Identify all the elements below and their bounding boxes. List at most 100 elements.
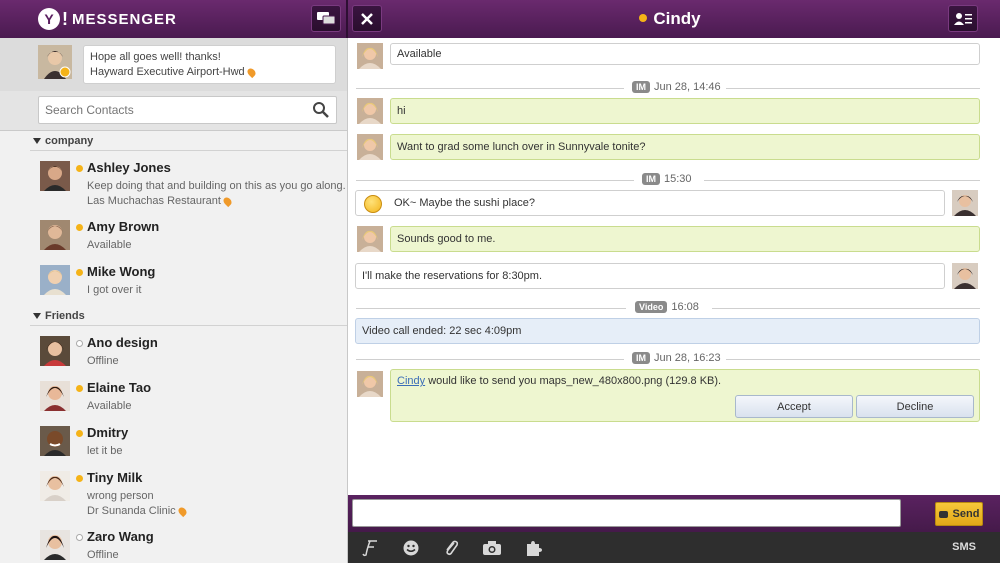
contact-avatar — [40, 161, 70, 191]
conversations-button[interactable] — [311, 5, 341, 32]
search-bar — [0, 91, 347, 131]
contact-name: Mike Wong — [87, 264, 156, 279]
my-status-panel: Hope all goes well! thanks! Hayward Exec… — [0, 38, 347, 91]
separator-line — [726, 88, 980, 89]
message-composer: Send — [348, 495, 1000, 532]
contact-avatar — [40, 530, 70, 560]
separator-line — [704, 180, 980, 181]
message-input[interactable] — [352, 499, 901, 527]
file-sender-link[interactable]: Cindy — [397, 375, 425, 387]
message-type-tag: IM — [632, 81, 650, 93]
online-dot — [76, 269, 83, 276]
separator-time: 16:08 — [671, 301, 699, 313]
emoticon-icon[interactable] — [400, 537, 422, 559]
camera-icon[interactable] — [481, 537, 503, 559]
incoming-message[interactable]: Want to grad some lunch over in Sunnyval… — [390, 134, 980, 160]
contact-name: Tiny Milk — [87, 470, 143, 485]
contact-status-text: Available — [87, 400, 132, 412]
chat-conversation[interactable]: Available IM Jun 28, 14:46 hi Want to gra… — [348, 38, 1000, 495]
incoming-message[interactable]: Sounds good to me. — [390, 226, 980, 252]
time-separator: IM Jun 28, 14:46 — [356, 81, 980, 95]
yahoo-logo-mark: ! — [62, 8, 68, 29]
chat-bubbles-icon — [317, 11, 335, 24]
font-icon[interactable] — [360, 537, 382, 559]
plugin-icon[interactable] — [522, 537, 544, 559]
my-status-message[interactable]: Hope all goes well! thanks! Hayward Exec… — [83, 45, 336, 84]
online-dot — [76, 475, 83, 482]
contact-avatar — [40, 426, 70, 456]
message-text: I'll make the reservations for 8:30pm. — [362, 270, 543, 282]
incoming-message[interactable]: hi — [390, 98, 980, 124]
chat-contact-name: Cindy — [653, 9, 701, 28]
app-title: MESSENGER — [72, 10, 177, 28]
smiley-emoticon-icon — [364, 195, 382, 213]
online-status-dot — [639, 13, 648, 22]
contact-amy-brown[interactable]: Amy Brown Available — [38, 218, 344, 254]
search-input[interactable] — [39, 97, 299, 123]
group-name: Friends — [45, 310, 85, 322]
separator-time: 15:30 — [664, 173, 692, 185]
time-separator: IM Jun 28, 16:23 — [356, 352, 980, 366]
contact-avatar — [40, 336, 70, 366]
my-avatar[interactable] — [38, 45, 72, 79]
message-type-tag: IM — [642, 173, 660, 185]
contact-name: Ano design — [87, 335, 158, 350]
send-button[interactable]: Send — [935, 502, 983, 526]
video-call-text: Video call ended: 22 sec 4:09pm — [362, 325, 522, 337]
contact-ano-design[interactable]: Ano design Offline — [38, 334, 344, 370]
contact-avatar — [40, 471, 70, 501]
contact-mike-wong[interactable]: Mike Wong I got over it — [38, 263, 344, 299]
contact-location: Dr Sunanda Clinic — [87, 504, 188, 519]
accept-button[interactable]: Accept — [735, 395, 853, 418]
video-call-notice: Video call ended: 22 sec 4:09pm — [355, 318, 980, 344]
outgoing-message[interactable]: I'll make the reservations for 8:30pm. — [355, 263, 945, 289]
contact-status-text: Offline — [87, 355, 119, 367]
search-icon[interactable] — [312, 101, 330, 119]
puzzle-piece-icon — [527, 541, 542, 556]
contact-status-message: Available — [390, 43, 980, 65]
contact-elaine-tao[interactable]: Elaine Tao Available — [38, 379, 344, 415]
decline-button[interactable]: Decline — [856, 395, 974, 418]
contact-zaro-wang[interactable]: Zaro Wang Offline — [38, 528, 344, 563]
group-header-company[interactable]: company — [33, 135, 93, 147]
separator-line — [712, 308, 980, 309]
separator-line — [356, 359, 624, 360]
contact-status-text: Available — [87, 239, 132, 251]
message-text: Sounds good to me. — [397, 233, 496, 245]
online-dot — [76, 165, 83, 172]
message-type-tag: IM — [632, 352, 650, 364]
contact-ashley-jones[interactable]: Ashley Jones Keep doing that and buildin… — [38, 159, 346, 207]
header-divider — [346, 0, 348, 38]
contact-avatar — [40, 265, 70, 295]
chat-contact-title: Cindy — [400, 9, 940, 29]
cindy-avatar — [357, 371, 383, 397]
contact-dmitry[interactable]: Dmitry let it be — [38, 424, 344, 460]
online-dot — [76, 385, 83, 392]
sms-button[interactable]: SMS — [952, 541, 976, 553]
attachment-icon[interactable] — [440, 537, 462, 559]
contact-name: Zaro Wang — [87, 529, 154, 544]
contact-status-text: I got over it — [87, 284, 142, 296]
time-separator: IM 15:30 — [356, 173, 980, 187]
close-chat-button[interactable] — [352, 5, 382, 32]
online-dot — [76, 224, 83, 231]
group-header-friends[interactable]: Friends — [33, 310, 85, 322]
contact-avatar — [40, 220, 70, 250]
separator-label: IM 15:30 — [642, 173, 692, 185]
send-label: Send — [952, 508, 980, 520]
contact-name: Dmitry — [87, 425, 129, 440]
separator-line — [726, 359, 980, 360]
contact-profile-button[interactable] — [948, 5, 978, 32]
contact-location-text: Las Muchachas Restaurant — [87, 195, 221, 207]
smiley-icon — [403, 540, 419, 556]
outgoing-message[interactable]: OK~ Maybe the sushi place? — [355, 190, 945, 216]
message-text: OK~ Maybe the sushi place? — [394, 197, 535, 209]
offline-dot — [76, 534, 83, 541]
contact-tiny-milk[interactable]: Tiny Milk wrong person Dr Sunanda Clinic — [38, 469, 344, 517]
separator-line — [356, 88, 624, 89]
file-request-line: Cindy would like to send you maps_new_48… — [397, 375, 721, 387]
camera-shape-icon — [483, 541, 501, 555]
group-name: company — [45, 135, 94, 147]
location-pin-icon — [245, 66, 257, 78]
my-status-text: Hope all goes well! thanks! — [90, 51, 221, 63]
